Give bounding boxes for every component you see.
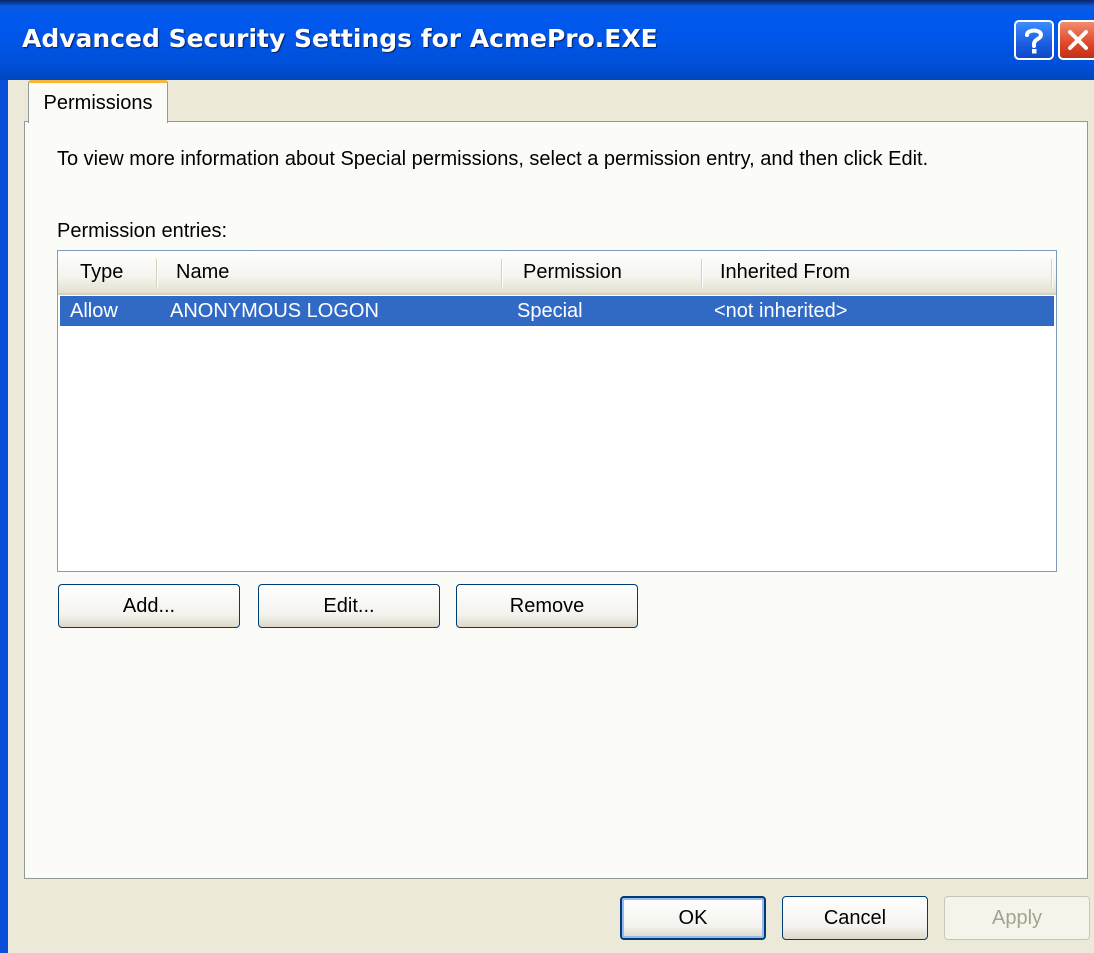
list-header: Type Name Permission Inherited From <box>58 251 1056 295</box>
column-header-type[interactable]: Type <box>80 251 123 293</box>
question-mark-icon <box>1025 28 1044 54</box>
cell-name: ANONYMOUS LOGON <box>170 299 379 322</box>
apply-button[interactable]: Apply <box>944 896 1090 940</box>
permission-entries-list[interactable]: Type Name Permission Inherited From Allo… <box>57 250 1057 572</box>
column-divider[interactable] <box>1051 259 1053 287</box>
tab-mask <box>29 119 167 123</box>
close-button[interactable] <box>1058 20 1094 60</box>
cell-permission: Special <box>517 299 583 322</box>
permission-entries-label: Permission entries: <box>57 220 228 242</box>
help-button[interactable] <box>1014 20 1054 60</box>
cell-type: Allow <box>70 299 118 322</box>
close-icon <box>1068 30 1088 50</box>
column-header-inherited-from[interactable]: Inherited From <box>720 251 850 293</box>
cell-inherited-from: <not inherited> <box>714 299 848 322</box>
edit-button[interactable]: Edit... <box>258 584 440 628</box>
window-title: Advanced Security Settings for AcmePro.E… <box>22 24 658 53</box>
add-button[interactable]: Add... <box>58 584 240 628</box>
title-bar[interactable]: Advanced Security Settings for AcmePro.E… <box>0 0 1094 80</box>
column-header-permission[interactable]: Permission <box>523 251 622 293</box>
remove-button[interactable]: Remove <box>456 584 638 628</box>
ok-button[interactable]: OK <box>620 896 766 940</box>
info-text: To view more information about Special p… <box>57 148 929 170</box>
column-divider[interactable] <box>501 259 503 287</box>
table-row[interactable]: Allow ANONYMOUS LOGON Special <not inher… <box>60 296 1054 326</box>
column-divider[interactable] <box>701 259 703 287</box>
tab-label: Permissions <box>43 91 153 114</box>
column-header-name[interactable]: Name <box>176 251 229 293</box>
cancel-button[interactable]: Cancel <box>782 896 928 940</box>
tab-permissions[interactable]: Permissions <box>28 80 168 123</box>
column-divider[interactable] <box>156 259 158 287</box>
window-frame-left <box>0 80 8 953</box>
